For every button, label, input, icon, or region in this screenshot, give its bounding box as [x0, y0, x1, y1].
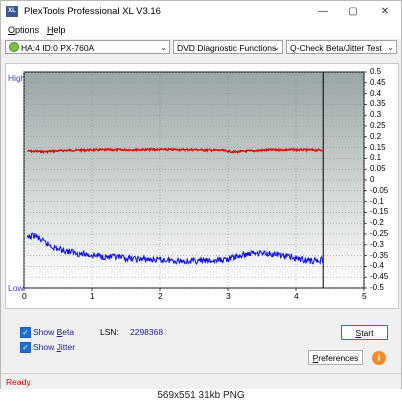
- y-tick-label: 0.05: [370, 164, 386, 174]
- show-beta-checkbox[interactable]: ✓: [20, 327, 31, 338]
- x-tick-label: 3: [226, 291, 231, 301]
- lsn-label: LSN:: [100, 327, 119, 337]
- test-select-value: Q-Check Beta/Jitter Test: [290, 43, 382, 53]
- drive-icon: [9, 42, 19, 52]
- control-panel: ✓ Show Beta ✓ Show Jitter LSN: 2298368 S…: [1, 317, 401, 373]
- menu-bar: Options Help: [1, 23, 401, 39]
- y-tick-label: -0.05: [370, 185, 389, 195]
- function-select[interactable]: DVD Diagnostic Functions ⌄: [173, 40, 283, 54]
- status-text: Ready: [6, 377, 31, 387]
- lsn-value: 2298368: [130, 327, 164, 337]
- x-tick-label: 0: [22, 291, 27, 301]
- toolbar: HA:4 ID:0 PX-760A ⌄ DVD Diagnostic Funct…: [1, 39, 401, 57]
- y-tick-label: 0.4: [370, 88, 382, 98]
- start-button[interactable]: Start: [341, 325, 388, 340]
- maximize-button[interactable]: ▢: [339, 2, 367, 22]
- y-tick-label: -0.35: [370, 250, 389, 260]
- plextools-window: XL PlexTools Professional XL V3.16 — ▢ ✕…: [0, 0, 402, 391]
- drive-select[interactable]: HA:4 ID:0 PX-760A ⌄: [5, 40, 170, 54]
- title-bar: XL PlexTools Professional XL V3.16 — ▢ ✕: [1, 1, 401, 23]
- y-tick-label: 0.3: [370, 110, 382, 120]
- y-tick-label: 0.35: [370, 99, 386, 109]
- test-select[interactable]: Q-Check Beta/Jitter Test ⌄: [286, 40, 397, 54]
- chevron-down-icon: ⌄: [160, 43, 167, 52]
- close-button[interactable]: ✕: [371, 2, 399, 22]
- y-tick-label: 0.15: [370, 142, 386, 152]
- y-tick-label: -0.2: [370, 218, 384, 228]
- x-tick-label: 4: [294, 291, 299, 301]
- function-select-value: DVD Diagnostic Functions: [177, 43, 277, 53]
- y-tick-label: -0.3: [370, 239, 384, 249]
- y-tick-label: -0.5: [370, 283, 384, 292]
- plot-svg: [23, 71, 367, 291]
- menu-options[interactable]: Options: [8, 25, 39, 35]
- y-tick-label: 0.45: [370, 77, 386, 87]
- show-jitter-checkbox[interactable]: ✓: [20, 342, 31, 353]
- show-beta-label[interactable]: Show Beta: [33, 327, 74, 337]
- x-tick-label: 2: [158, 291, 163, 301]
- beta-jitter-chart: High Low 0.5 0.45 0.4 0.35 0.3 0.25 0.2 0.15 0.1…: [5, 63, 399, 309]
- chevron-down-icon: ⌄: [273, 43, 280, 52]
- y-tick-label: 0: [370, 175, 375, 184]
- y-tick-label: 0.25: [370, 121, 386, 130]
- preferences-button[interactable]: Preferences: [308, 350, 363, 365]
- window-title: PlexTools Professional XL V3.16: [24, 6, 161, 17]
- y-tick-label: -0.4: [370, 261, 384, 271]
- image-caption: 569x551 31kb PNG: [0, 389, 402, 404]
- y-tick-label: -0.45: [370, 272, 389, 282]
- y-tick-label: -0.25: [370, 229, 389, 238]
- info-icon[interactable]: i: [372, 351, 386, 365]
- x-tick-label: 5: [362, 291, 367, 301]
- minimize-button[interactable]: —: [309, 2, 337, 22]
- y-tick-label: 0.5: [370, 67, 382, 76]
- drive-select-value: HA:4 ID:0 PX-760A: [21, 43, 95, 53]
- app-icon: XL: [6, 6, 18, 17]
- y-tick-label: 0.2: [370, 131, 382, 141]
- x-tick-label: 1: [90, 291, 95, 301]
- y-tick-label: -0.1: [370, 196, 384, 206]
- show-jitter-label[interactable]: Show Jitter: [33, 342, 75, 352]
- y-tick-label: -0.15: [370, 207, 389, 217]
- chevron-down-icon: ⌄: [387, 43, 394, 52]
- y-tick-label: 0.1: [370, 153, 382, 163]
- menu-help[interactable]: Help: [47, 25, 66, 35]
